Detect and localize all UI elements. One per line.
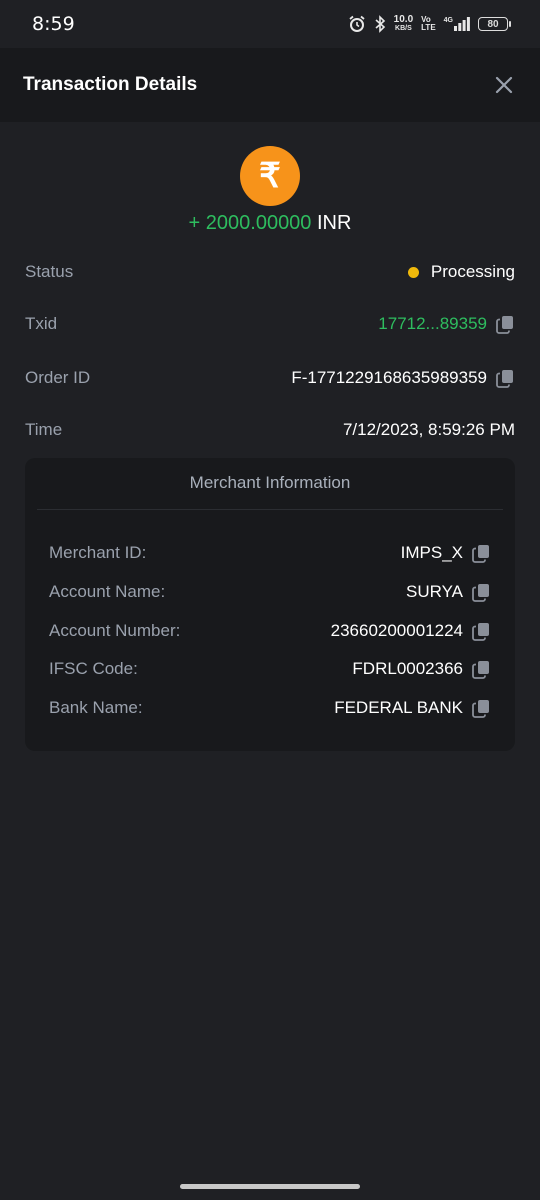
ifsc-code-label: IFSC Code: xyxy=(49,659,138,678)
copy-merchant-id-button[interactable] xyxy=(471,543,491,563)
copy-account-name-button[interactable] xyxy=(471,582,491,602)
bluetooth-icon xyxy=(375,15,385,33)
txid-row: Txid 17712...89359 xyxy=(25,309,515,339)
order-id-label: Order ID xyxy=(25,368,91,387)
merchant-id-label: Merchant ID: xyxy=(49,543,147,562)
time-label: Time xyxy=(25,420,63,439)
bank-name-label: Bank Name: xyxy=(49,698,143,717)
volte-bottom: LTE xyxy=(421,23,436,32)
merchant-row-merchant-id: Merchant ID: IMPS_X xyxy=(49,538,491,568)
signal-label: 4G xyxy=(443,17,453,24)
copy-order-id-button[interactable] xyxy=(495,368,515,388)
alarm-icon xyxy=(349,15,365,32)
close-button[interactable] xyxy=(492,73,516,97)
copy-icon xyxy=(472,623,489,641)
bank-name-text: FEDERAL BANK xyxy=(334,698,463,717)
ifsc-code-value: FDRL0002366 xyxy=(352,659,491,679)
copy-icon xyxy=(472,545,489,563)
status-row: Status Processing xyxy=(25,257,515,287)
merchant-card: Merchant Information Merchant ID: IMPS_X… xyxy=(25,458,515,751)
copy-icon xyxy=(472,700,489,718)
account-name-label: Account Name: xyxy=(49,582,166,601)
account-number-value: 23660200001224 xyxy=(331,621,491,641)
amount-currency: INR xyxy=(317,212,352,234)
time-value: 7/12/2023, 8:59:26 PM xyxy=(342,420,515,439)
rupee-icon: ₹ xyxy=(240,146,300,206)
amount-value: + 2000.00000 xyxy=(188,212,312,234)
amount-section: ₹ + 2000.00000 INR xyxy=(0,146,540,235)
account-number-label: Account Number: xyxy=(49,621,181,640)
network-speed-value: 10.0 xyxy=(393,14,414,25)
account-name-text: SURYA xyxy=(405,582,463,601)
copy-txid-button[interactable] xyxy=(495,314,515,334)
time-row: Time 7/12/2023, 8:59:26 PM xyxy=(25,415,515,445)
clock: 8:59 xyxy=(32,13,75,35)
order-id-text: F-1771229168635989359 xyxy=(291,368,487,387)
network-speed-unit: KB/S xyxy=(395,25,412,32)
rupee-glyph: ₹ xyxy=(259,157,281,195)
copy-account-number-button[interactable] xyxy=(471,621,491,641)
header: Transaction Details xyxy=(0,48,540,122)
status-dot xyxy=(407,266,419,278)
amount: + 2000.00000 INR xyxy=(0,212,540,235)
merchant-row-account-number: Account Number: 23660200001224 xyxy=(49,616,491,646)
status-label: Status xyxy=(25,262,74,281)
merchant-row-ifsc-code: IFSC Code: FDRL0002366 xyxy=(49,654,491,684)
merchant-row-bank-name: Bank Name: FEDERAL BANK xyxy=(49,693,491,723)
copy-icon xyxy=(472,661,489,679)
battery-icon: 80 xyxy=(478,17,511,31)
merchant-id-value: IMPS_X xyxy=(401,543,491,563)
signal-icon: 4G xyxy=(444,17,470,31)
page-title: Transaction Details xyxy=(23,74,198,95)
status-bar: 8:59 10.0 KB/S Vo LTE 4G 80 xyxy=(0,0,540,48)
order-id-value: F-1771229168635989359 xyxy=(291,368,515,388)
battery-level: 80 xyxy=(487,18,499,30)
order-id-row: Order ID F-1771229168635989359 xyxy=(25,363,515,393)
txid-text[interactable]: 17712...89359 xyxy=(378,314,487,334)
home-indicator[interactable] xyxy=(180,1184,360,1189)
copy-icon xyxy=(496,316,513,334)
txid-label: Txid xyxy=(25,314,58,333)
divider xyxy=(37,509,503,510)
merchant-row-account-name: Account Name: SURYA xyxy=(49,577,491,607)
system-icons: 10.0 KB/S Vo LTE 4G 80 xyxy=(348,15,511,33)
volte-indicator: Vo LTE xyxy=(421,16,436,32)
status-value: Processing xyxy=(407,262,515,282)
merchant-title: Merchant Information xyxy=(189,473,351,492)
close-icon xyxy=(495,76,513,94)
account-name-value: SURYA xyxy=(406,582,491,602)
status-text: Processing xyxy=(430,262,515,281)
account-number-text: 23660200001224 xyxy=(330,621,463,640)
copy-icon xyxy=(496,370,513,388)
bank-name-value: FEDERAL BANK xyxy=(334,698,491,718)
copy-ifsc-code-button[interactable] xyxy=(471,659,491,679)
copy-bank-name-button[interactable] xyxy=(471,698,491,718)
copy-icon xyxy=(472,584,489,602)
network-speed: 10.0 KB/S xyxy=(394,15,413,33)
ifsc-code-text: FDRL0002366 xyxy=(352,659,463,678)
txid-value: 17712...89359 xyxy=(378,314,515,334)
merchant-id-text: IMPS_X xyxy=(400,543,463,562)
